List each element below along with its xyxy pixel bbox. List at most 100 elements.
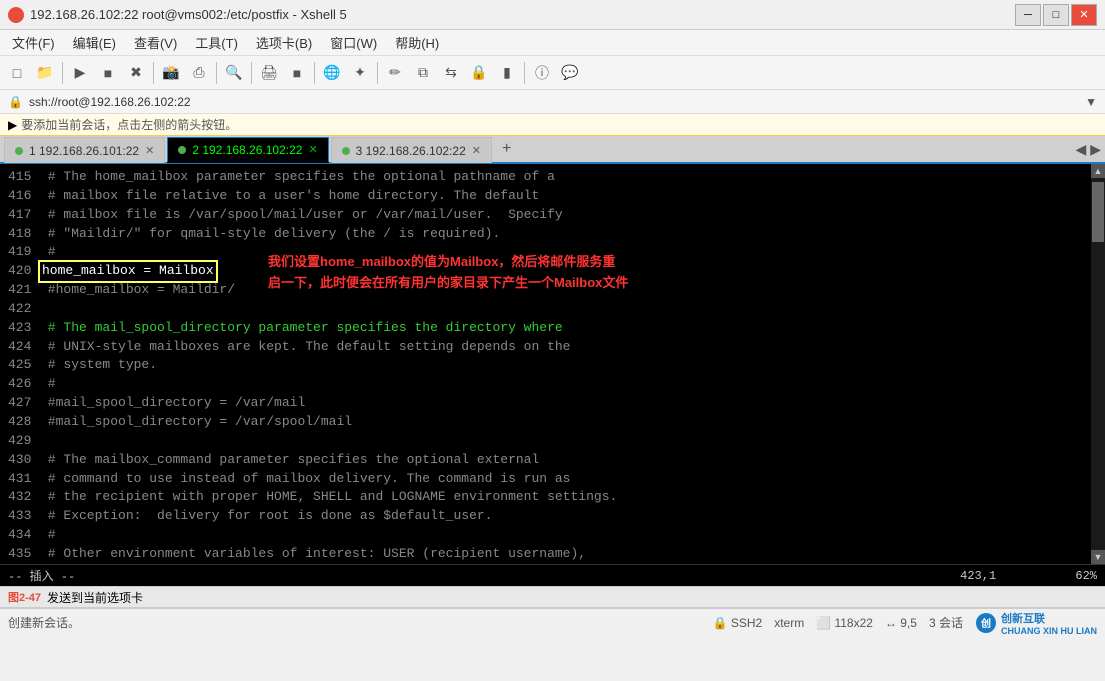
tab-close-3[interactable]: ✕ <box>472 144 481 157</box>
toolbar-btn-5[interactable]: ✖ <box>123 60 149 86</box>
logo-icon: 创 <box>975 612 997 634</box>
caption-icon: 图2-47 <box>8 589 41 605</box>
minimize-button[interactable]: ─ <box>1015 4 1041 26</box>
session-count: 3 会话 <box>929 614 963 631</box>
tab-dot-1 <box>15 147 23 155</box>
terminal-line-429: 429 <box>8 432 1083 451</box>
toolbar-btn-16[interactable]: ▮ <box>494 60 520 86</box>
lock-icon: 🔒 <box>8 95 23 109</box>
svg-text:创: 创 <box>980 617 991 630</box>
info-arrow-icon: ▶ <box>8 118 17 132</box>
toolbar-btn-6[interactable]: 📸 <box>158 60 184 86</box>
maximize-button[interactable]: □ <box>1043 4 1069 26</box>
terminal-line-420: 420 home_mailbox = Mailbox 我们设置home_mail… <box>8 262 1083 281</box>
tab-label-3: 3 192.168.26.102:22 <box>356 144 466 158</box>
address-dropdown-icon[interactable]: ▼ <box>1085 95 1097 109</box>
toolbar-sep-7 <box>524 62 525 84</box>
new-session-link[interactable]: 创建新会话。 <box>8 614 80 631</box>
tab-1[interactable]: 1 192.168.26.101:22 ✕ <box>4 137 165 163</box>
terminal-line-434: 434 # <box>8 526 1083 545</box>
toolbar-sep-6 <box>377 62 378 84</box>
terminal-line-426: 426 # <box>8 375 1083 394</box>
toolbar-sep-2 <box>153 62 154 84</box>
logo-text: 创新互联 <box>1001 610 1097 626</box>
terminal-line-423: 423 # The mail_spool_directory parameter… <box>8 319 1083 338</box>
terminal-line-416: 416 # mailbox file relative to a user's … <box>8 187 1083 206</box>
terminal-container: 415 # The home_mailbox parameter specifi… <box>0 164 1105 564</box>
toolbar-btn-11[interactable]: ✦ <box>347 60 373 86</box>
terminal-line-424: 424 # UNIX-style mailboxes are kept. The… <box>8 338 1083 357</box>
toolbar-btn-10[interactable]: 🌐 <box>319 60 345 86</box>
menu-help[interactable]: 帮助(H) <box>387 31 447 54</box>
window-controls: ─ □ ✕ <box>1015 4 1097 26</box>
terminal-line-430: 430 # The mailbox_command parameter spec… <box>8 451 1083 470</box>
tab-close-2[interactable]: ✕ <box>308 143 317 156</box>
terminal-line-428: 428 #mail_spool_directory = /var/spool/m… <box>8 413 1083 432</box>
scrollbar[interactable]: ▲ ▼ <box>1091 164 1105 564</box>
line-col: 423,1 <box>960 569 996 583</box>
tab-label-2: 2 192.168.26.102:22 <box>192 143 302 157</box>
terminal-line-433: 433 # Exception: delivery for root is do… <box>8 507 1083 526</box>
terminal-line-435: 435 # Other environment variables of int… <box>8 545 1083 564</box>
toolbar-btn-9[interactable]: ■ <box>284 60 310 86</box>
toolbar-btn-4[interactable]: ■ <box>95 60 121 86</box>
add-tab-button[interactable]: + <box>494 136 519 162</box>
toolbar-btn-15[interactable]: 🔒 <box>466 60 492 86</box>
menu-file[interactable]: 文件(F) <box>4 31 63 54</box>
open-button[interactable]: 📁 <box>32 60 58 86</box>
terminal-line-418: 418 # "Maildir/" for qmail-style deliver… <box>8 225 1083 244</box>
terminal-type: xterm <box>774 616 804 630</box>
annotation-text: 我们设置home_mailbox的值为Mailbox，然后将邮件服务重 启一下，… <box>268 252 628 294</box>
terminal-line-431: 431 # command to use instead of mailbox … <box>8 470 1083 489</box>
app-icon <box>8 7 24 23</box>
title-bar-left: 192.168.26.102:22 root@vms002:/etc/postf… <box>8 7 347 23</box>
tab-dot-2 <box>178 146 186 154</box>
address-text: ssh://root@192.168.26.102:22 <box>29 95 1079 109</box>
menu-window[interactable]: 窗口(W) <box>322 31 385 54</box>
tab-dot-3 <box>342 147 350 155</box>
terminal-line-427: 427 #mail_spool_directory = /var/mail <box>8 394 1083 413</box>
toolbar-btn-7[interactable]: ⎙ <box>186 60 212 86</box>
toolbar-sep-1 <box>62 62 63 84</box>
toolbar-sep-5 <box>314 62 315 84</box>
menu-edit[interactable]: 编辑(E) <box>65 31 124 54</box>
logo-subtext: CHUANG XIN HU LIAN <box>1001 626 1097 636</box>
terminal-size: ⬜ 118x22 <box>816 616 873 630</box>
scroll-down-button[interactable]: ▼ <box>1091 550 1105 564</box>
toolbar-sep-3 <box>216 62 217 84</box>
toolbar-btn-13[interactable]: ⧉ <box>410 60 436 86</box>
menu-view[interactable]: 查看(V) <box>126 31 185 54</box>
close-button[interactable]: ✕ <box>1071 4 1097 26</box>
tab-2[interactable]: 2 192.168.26.102:22 ✕ <box>167 137 328 163</box>
scroll-up-button[interactable]: ▲ <box>1091 164 1105 178</box>
info-message: 要添加当前会话，点击左侧的箭头按钮。 <box>21 116 237 133</box>
new-tab-button[interactable]: □ <box>4 60 30 86</box>
chat-button[interactable]: 💬 <box>557 60 583 86</box>
tab-3[interactable]: 3 192.168.26.102:22 ✕ <box>331 137 492 163</box>
caption-bar: 图2-47 发送到当前选项卡 <box>0 586 1105 608</box>
tab-nav-next[interactable]: ▶ <box>1090 141 1101 158</box>
cursor-position: 423,1 62% <box>960 569 1097 583</box>
scroll-thumb[interactable] <box>1092 182 1104 242</box>
terminal[interactable]: 415 # The home_mailbox parameter specifi… <box>0 164 1091 564</box>
terminal-line-417: 417 # mailbox file is /var/spool/mail/us… <box>8 206 1083 225</box>
terminal-line-415: 415 # The home_mailbox parameter specifi… <box>8 168 1083 187</box>
print-button[interactable]: 🖨 <box>256 60 282 86</box>
menu-tabs[interactable]: 选项卡(B) <box>248 31 320 54</box>
address-bar: 🔒 ssh://root@192.168.26.102:22 ▼ <box>0 90 1105 114</box>
ssh-protocol: 🔒 SSH2 <box>713 616 763 630</box>
search-button[interactable]: 🔍 <box>221 60 247 86</box>
help-button[interactable]: ⓘ <box>529 60 555 86</box>
tab-navigation: ◀ ▶ <box>1071 136 1105 162</box>
terminal-line-432: 432 # the recipient with proper HOME, SH… <box>8 488 1083 507</box>
tab-close-1[interactable]: ✕ <box>145 144 154 157</box>
highlighted-command: home_mailbox = Mailbox <box>40 262 216 281</box>
bottom-status: 🔒 SSH2 xterm ⬜ 118x22 ↔ 9,5 3 会话 创 创新互联 … <box>713 610 1097 636</box>
toolbar-btn-14[interactable]: ⇆ <box>438 60 464 86</box>
tab-nav-prev[interactable]: ◀ <box>1075 141 1086 158</box>
toolbar-btn-3[interactable]: ▶ <box>67 60 93 86</box>
cursor-pos: ↔ 9,5 <box>885 616 917 630</box>
menu-tools[interactable]: 工具(T) <box>187 31 246 54</box>
toolbar-btn-12[interactable]: ✏ <box>382 60 408 86</box>
bottom-bar: 创建新会话。 🔒 SSH2 xterm ⬜ 118x22 ↔ 9,5 3 会话 … <box>0 608 1105 636</box>
